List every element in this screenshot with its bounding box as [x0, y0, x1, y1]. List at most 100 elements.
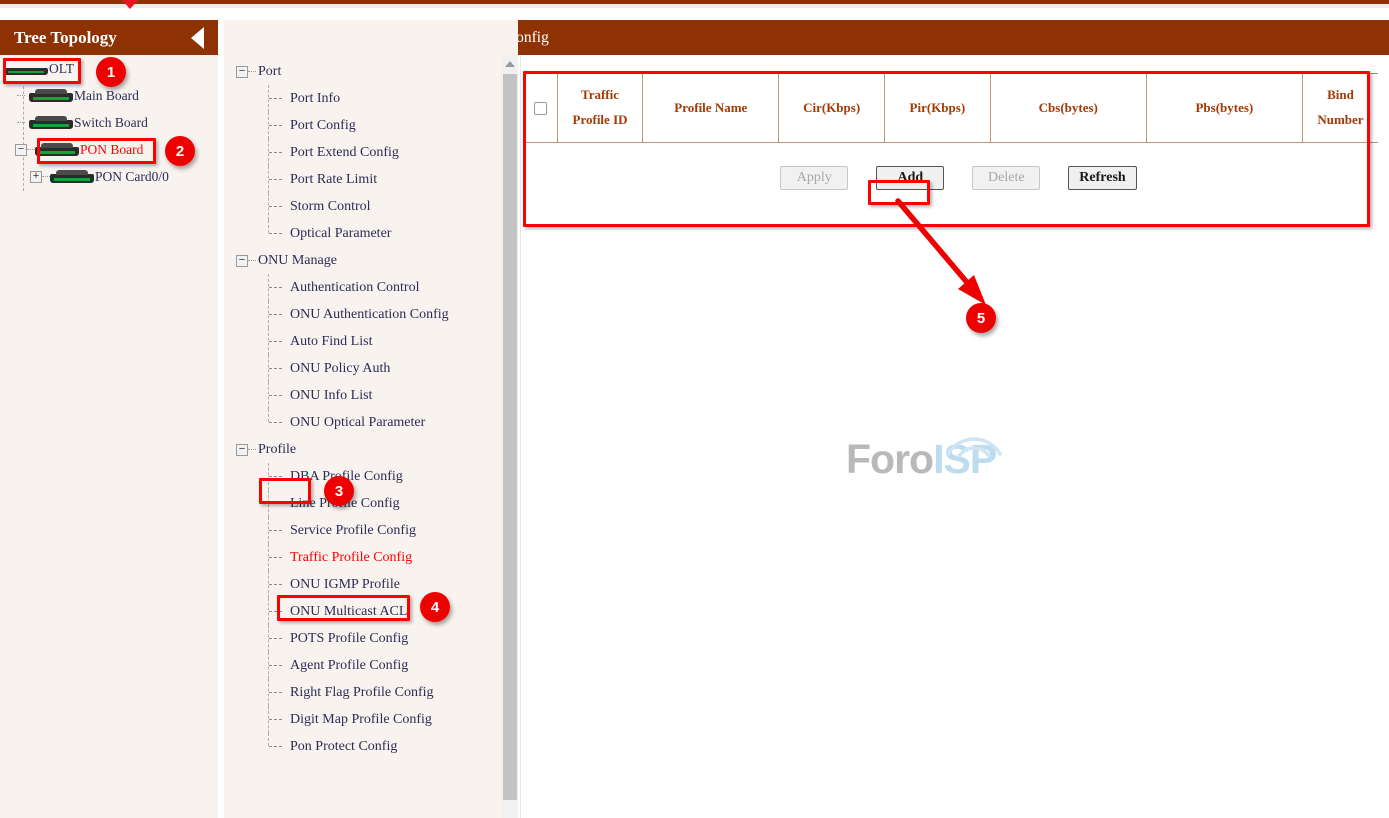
- nav-tree: − Port Port Info Port Config Port Extend…: [224, 58, 501, 760]
- nav-item-label: Port Config: [290, 118, 356, 134]
- annotation-badge-3: 3: [324, 476, 354, 506]
- nav-item-label: POTS Profile Config: [290, 631, 408, 647]
- nav-item-label: ONU Optical Parameter: [290, 415, 425, 431]
- sidebar-item-optical-parameter[interactable]: Optical Parameter: [224, 220, 501, 247]
- tree-branch-icon: [268, 463, 286, 490]
- tree-branch-icon: [268, 328, 286, 355]
- nav-item-label: Authentication Control: [290, 280, 419, 296]
- wifi-arc-icon: [942, 431, 1006, 457]
- device-board-icon: [50, 170, 94, 183]
- add-button[interactable]: Add: [876, 166, 944, 190]
- sidebar-item-onu-info-list[interactable]: ONU Info List: [224, 382, 501, 409]
- top-red-marker-icon: [122, 0, 138, 9]
- tree-branch-icon: [268, 220, 286, 247]
- caret-left-icon[interactable]: [191, 27, 204, 49]
- sidebar-item-service-profile-config[interactable]: Service Profile Config: [224, 517, 501, 544]
- sidebar-item-traffic-profile-config[interactable]: Traffic Profile Config: [224, 544, 501, 571]
- tree-branch-icon: [268, 166, 286, 193]
- nav-group-label: Port: [258, 64, 281, 80]
- tree-branch-icon: [268, 409, 286, 436]
- nav-item-label: Agent Profile Config: [290, 658, 408, 674]
- traffic-profile-table: Traffic Profile ID Profile Name Cir(Kbps…: [525, 73, 1378, 143]
- tree-branch-icon: [268, 274, 286, 301]
- nav-item-label: Service Profile Config: [290, 523, 416, 539]
- tree-node-switch-board[interactable]: Switch Board: [0, 109, 218, 136]
- sidebar-item-agent-profile-config[interactable]: Agent Profile Config: [224, 652, 501, 679]
- select-all-checkbox[interactable]: [534, 102, 547, 115]
- nav-item-label: Traffic Profile Config: [290, 550, 412, 566]
- tree-node-label: Switch Board: [74, 115, 148, 131]
- nav-group-label: Profile: [258, 442, 296, 458]
- sidebar-item-port-extend-config[interactable]: Port Extend Config: [224, 139, 501, 166]
- tree-branch-icon: [27, 149, 35, 150]
- nav-item-label: ONU Multicast ACL: [290, 604, 407, 620]
- column-header-line1: Traffic: [560, 83, 641, 108]
- apply-button[interactable]: Apply: [780, 166, 848, 190]
- refresh-button[interactable]: Refresh: [1068, 166, 1136, 190]
- sidebar-item-pon-protect-config[interactable]: Pon Protect Config: [224, 733, 501, 760]
- sidebar-item-port-info[interactable]: Port Info: [224, 85, 501, 112]
- column-header-line2: Profile ID: [560, 108, 641, 133]
- tree-node-pon-card[interactable]: + PON Card0/0: [0, 163, 218, 190]
- submenu-nav-panel: − Port Port Info Port Config Port Extend…: [224, 20, 518, 818]
- device-board-icon: [4, 62, 48, 75]
- nav-group-onu-manage[interactable]: − ONU Manage: [224, 247, 501, 274]
- sidebar-item-port-config[interactable]: Port Config: [224, 112, 501, 139]
- tree-node-label: PON Card0/0: [95, 169, 169, 185]
- annotation-badge-5: 5: [966, 303, 996, 333]
- nav-item-label: Pon Protect Config: [290, 739, 397, 755]
- tree-branch-icon: [268, 517, 286, 544]
- nav-item-label: ONU Policy Auth: [290, 361, 390, 377]
- sidebar-item-right-flag-profile-config[interactable]: Right Flag Profile Config: [224, 679, 501, 706]
- tree-topology-title: Tree Topology: [14, 28, 117, 48]
- tree-branch-icon: [42, 176, 50, 177]
- tree-branch-icon: [268, 679, 286, 706]
- tree-branch-icon: [248, 449, 256, 450]
- sidebar-item-port-rate-limit[interactable]: Port Rate Limit: [224, 166, 501, 193]
- tree-node-label: PON Board: [80, 142, 143, 158]
- nav-group-port[interactable]: − Port: [224, 58, 501, 85]
- collapse-expander-icon[interactable]: −: [236, 444, 248, 456]
- sidebar-item-onu-policy-auth[interactable]: ONU Policy Auth: [224, 355, 501, 382]
- tree-branch-icon: [268, 301, 286, 328]
- collapse-expander-icon[interactable]: −: [15, 144, 27, 156]
- nav-group-profile[interactable]: − Profile: [224, 436, 501, 463]
- sidebar-item-onu-optical-parameter[interactable]: ONU Optical Parameter: [224, 409, 501, 436]
- annotation-badge-2: 2: [165, 136, 195, 166]
- top-accent-bar: [0, 0, 1389, 4]
- sidebar-item-line-profile-config[interactable]: Line Profile Config: [224, 490, 501, 517]
- column-header-pbs: Pbs(bytes): [1146, 74, 1302, 143]
- sidebar-item-authentication-control[interactable]: Authentication Control: [224, 274, 501, 301]
- nav-item-label: Right Flag Profile Config: [290, 685, 434, 701]
- sidebar-item-onu-authentication-config[interactable]: ONU Authentication Config: [224, 301, 501, 328]
- sidebar-item-onu-igmp-profile[interactable]: ONU IGMP Profile: [224, 571, 501, 598]
- column-header-bind-number: Bind Number: [1302, 74, 1378, 143]
- column-header-line2: Number: [1305, 108, 1376, 133]
- tree-branch-icon: [268, 544, 286, 571]
- scroll-up-arrow-icon[interactable]: [501, 56, 518, 72]
- sidebar-item-auto-find-list[interactable]: Auto Find List: [224, 328, 501, 355]
- sidebar-item-dba-profile-config[interactable]: DBA Profile Config: [224, 463, 501, 490]
- content-area: Traffic Profile ID Profile Name Cir(Kbps…: [520, 56, 1389, 818]
- device-board-icon: [29, 89, 73, 102]
- device-board-icon: [29, 116, 73, 129]
- nav-item-label: ONU Authentication Config: [290, 307, 449, 323]
- delete-button[interactable]: Delete: [972, 166, 1040, 190]
- tree-branch-icon: [268, 625, 286, 652]
- collapse-expander-icon[interactable]: −: [236, 66, 248, 78]
- nav-item-label: Digit Map Profile Config: [290, 712, 432, 728]
- sidebar-item-onu-multicast-acl[interactable]: ONU Multicast ACL: [224, 598, 501, 625]
- column-header-pir: Pir(Kbps): [885, 74, 991, 143]
- tree-branch-icon: [17, 95, 25, 96]
- collapse-expander-icon[interactable]: −: [236, 255, 248, 267]
- nav-item-label: ONU Info List: [290, 388, 372, 404]
- tree-branch-icon: [268, 490, 286, 517]
- sidebar-item-storm-control[interactable]: Storm Control: [224, 193, 501, 220]
- sidebar-item-digit-map-profile-config[interactable]: Digit Map Profile Config: [224, 706, 501, 733]
- nav-scrollbar-thumb[interactable]: [503, 74, 517, 800]
- tree-branch-icon: [17, 122, 25, 123]
- nav-item-label: Auto Find List: [290, 334, 372, 350]
- expand-expander-icon[interactable]: +: [30, 171, 42, 183]
- sidebar-item-pots-profile-config[interactable]: POTS Profile Config: [224, 625, 501, 652]
- nav-item-label: Port Rate Limit: [290, 172, 377, 188]
